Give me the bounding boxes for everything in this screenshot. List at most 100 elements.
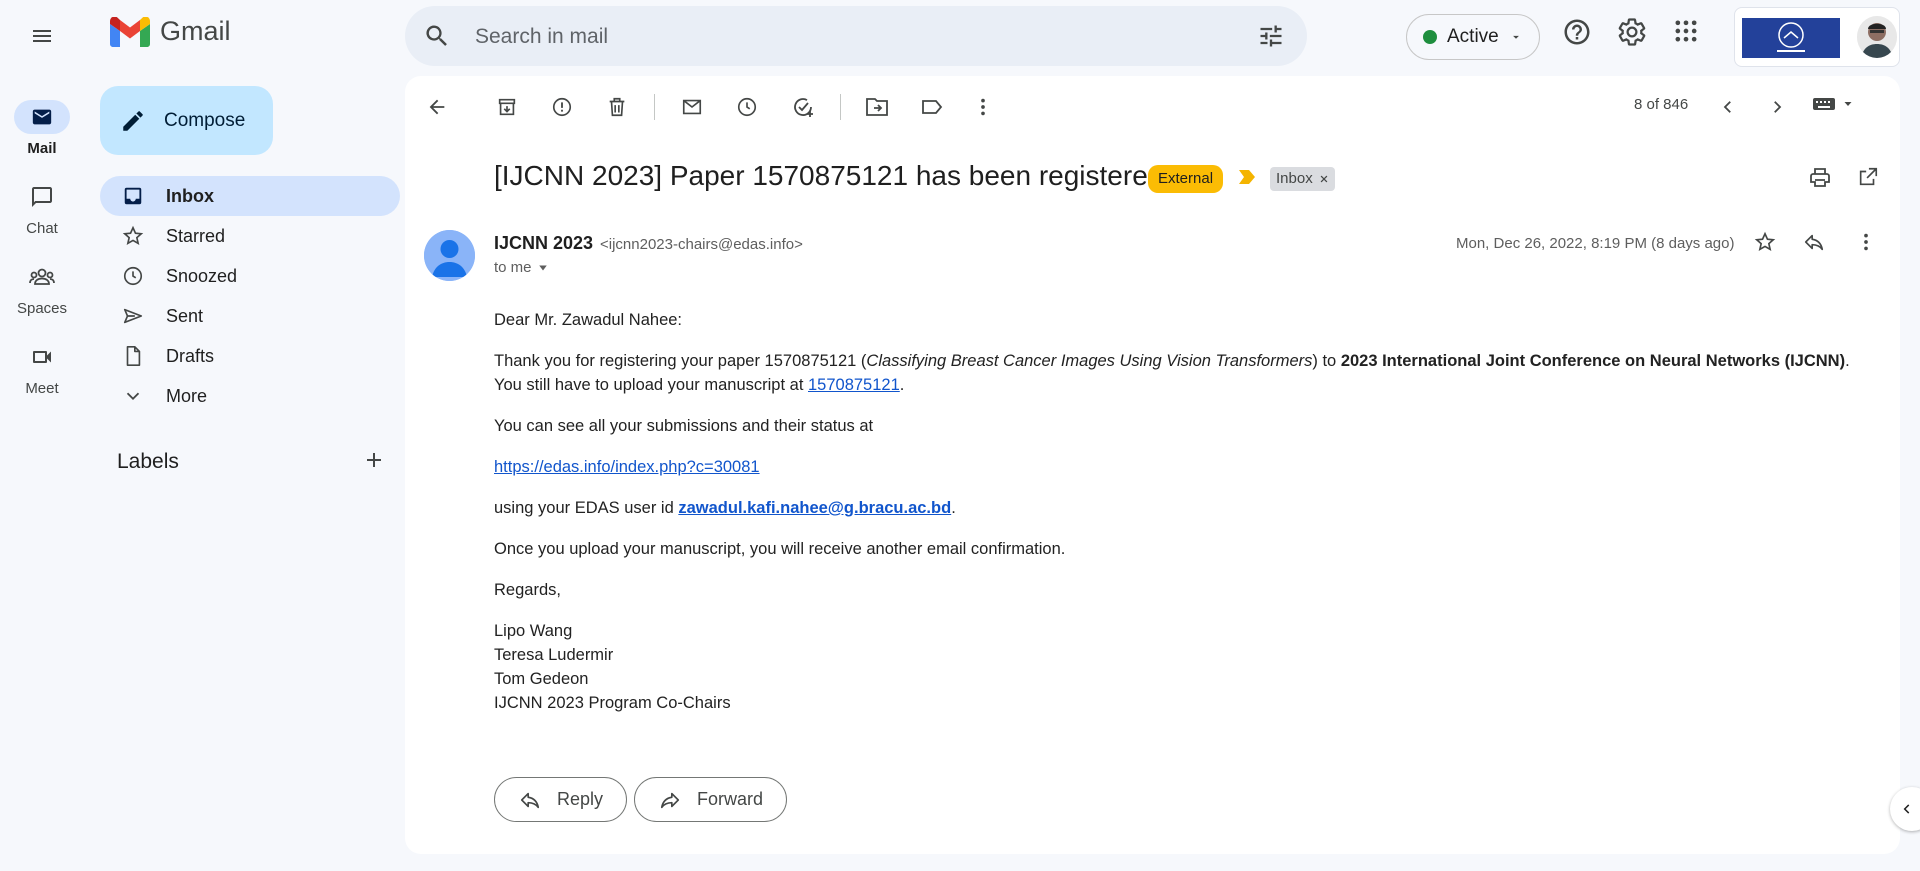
send-icon — [123, 308, 143, 324]
input-tools-button[interactable] — [1812, 96, 1854, 112]
labels-heading: Labels — [117, 450, 179, 473]
nav-item-sent[interactable]: Sent — [100, 296, 400, 336]
open-new-window-button[interactable] — [1857, 166, 1879, 188]
main-menu-button[interactable] — [18, 16, 66, 56]
video-camera-icon — [33, 351, 51, 363]
signature-line: Lipo Wang — [494, 622, 573, 640]
move-to-button[interactable] — [862, 92, 892, 122]
nav-item-starred[interactable]: Starred — [100, 216, 400, 256]
person-icon — [424, 230, 475, 281]
compose-label: Compose — [164, 109, 246, 131]
chevron-down-icon — [126, 392, 140, 401]
reply-button[interactable]: Reply — [494, 777, 628, 822]
add-task-icon — [794, 98, 813, 117]
help-icon — [1564, 19, 1590, 45]
paragraph-submissions: You can see all your submissions and the… — [494, 417, 874, 435]
rail-mail[interactable]: Mail — [0, 100, 84, 157]
recipient-label: to me — [494, 259, 532, 276]
rail-meet-label: Meet — [25, 380, 59, 397]
print-all-button[interactable] — [1808, 166, 1832, 190]
nav-item-more[interactable]: More — [100, 376, 400, 416]
archive-button[interactable] — [492, 92, 522, 122]
google-apps-button[interactable] — [1672, 17, 1700, 45]
message-counter: 8 of 846 — [1634, 96, 1689, 113]
envelope-icon — [682, 99, 702, 115]
search-options-icon[interactable] — [1257, 22, 1285, 50]
more-actions-button[interactable] — [968, 92, 998, 122]
report-spam-button[interactable] — [547, 92, 577, 122]
chevron-left-icon — [1903, 804, 1910, 814]
nav-snoozed-label: Snoozed — [166, 265, 238, 286]
compose-button[interactable]: Compose — [100, 86, 273, 155]
add-to-tasks-button[interactable] — [788, 92, 818, 122]
rail-chat-label: Chat — [26, 220, 58, 237]
signature-line: Teresa Ludermir — [494, 646, 614, 664]
account-switcher[interactable] — [1734, 7, 1900, 67]
search-icon[interactable] — [423, 22, 451, 50]
newer-button[interactable] — [1713, 92, 1743, 122]
help-button[interactable] — [1562, 17, 1592, 47]
star-button[interactable] — [1754, 231, 1776, 253]
gmail-m-icon — [110, 16, 150, 47]
avatar — [1857, 16, 1897, 58]
delete-button[interactable] — [602, 92, 632, 122]
back-button[interactable] — [422, 92, 452, 122]
chevron-down-icon — [1512, 35, 1519, 39]
more-message-actions-button[interactable] — [1855, 231, 1877, 253]
sender-avatar[interactable] — [424, 230, 475, 281]
recipient-details[interactable]: to me — [494, 259, 548, 276]
reply-label: Reply — [557, 789, 604, 809]
rail-mail-label: Mail — [27, 140, 57, 157]
status-dropdown[interactable]: Active — [1406, 14, 1540, 60]
caret-down-icon — [538, 265, 547, 270]
mark-unread-button[interactable] — [677, 92, 707, 122]
inbox-chip-label: Inbox — [1276, 170, 1313, 187]
star-icon — [1754, 231, 1776, 251]
external-badge: External — [1148, 165, 1224, 193]
greeting: Dear Mr. Zawadul Nahee: — [494, 311, 683, 329]
status-label: Active — [1447, 26, 1499, 47]
star-icon — [122, 225, 144, 245]
text-span: ) to — [1312, 352, 1341, 370]
inbox-icon — [124, 187, 142, 205]
snooze-button[interactable] — [732, 92, 762, 122]
alert-icon — [552, 97, 572, 117]
mail-icon — [32, 109, 52, 125]
nav-item-inbox[interactable]: Inbox — [100, 176, 400, 216]
search-bar[interactable]: Search in mail — [405, 6, 1307, 66]
create-label-button[interactable] — [362, 448, 386, 472]
caret-down-icon — [1844, 102, 1852, 106]
reply-icon-button[interactable] — [1803, 231, 1825, 253]
rail-spaces-label: Spaces — [16, 300, 68, 317]
rail-chat[interactable]: Chat — [0, 180, 84, 237]
draft-icon — [126, 346, 141, 366]
paper-title: Classifying Breast Cancer Images Using V… — [866, 352, 1313, 370]
rail-meet[interactable]: Meet — [0, 340, 84, 397]
rail-spaces[interactable]: Spaces — [0, 260, 84, 317]
older-button[interactable] — [1762, 92, 1792, 122]
user-email-link[interactable]: zawadul.kafi.nahee@g.bracu.ac.bd — [678, 499, 951, 517]
sender-name[interactable]: IJCNN 2023 — [494, 233, 593, 254]
importance-marker-icon[interactable] — [1238, 169, 1256, 185]
edas-link[interactable]: https://edas.info/index.php?c=30081 — [494, 458, 760, 476]
labels-button[interactable] — [917, 92, 947, 122]
forward-button[interactable]: Forward — [634, 777, 788, 822]
text-span: using your EDAS user id — [494, 499, 679, 517]
paper-link[interactable]: 1570875121 — [808, 376, 900, 394]
regards: Regards, — [494, 581, 561, 599]
forward-label: Forward — [697, 789, 764, 809]
chevron-right-icon — [1774, 101, 1782, 113]
gmail-logo[interactable]: Gmail — [110, 16, 231, 47]
chat-icon — [32, 187, 52, 207]
plus-icon — [367, 453, 381, 467]
nav-item-drafts[interactable]: Drafts — [100, 336, 400, 376]
settings-button[interactable] — [1617, 17, 1647, 47]
nav-inbox-label: Inbox — [166, 185, 214, 206]
more-vertical-icon — [1864, 233, 1868, 251]
search-input[interactable]: Search in mail — [475, 25, 608, 49]
more-vertical-icon — [981, 98, 985, 116]
close-icon[interactable] — [1319, 174, 1329, 184]
paragraph-confirmation: Once you upload your manuscript, you wil… — [494, 540, 1066, 558]
nav-item-snoozed[interactable]: Snoozed — [100, 256, 400, 296]
reply-icon — [520, 792, 540, 808]
